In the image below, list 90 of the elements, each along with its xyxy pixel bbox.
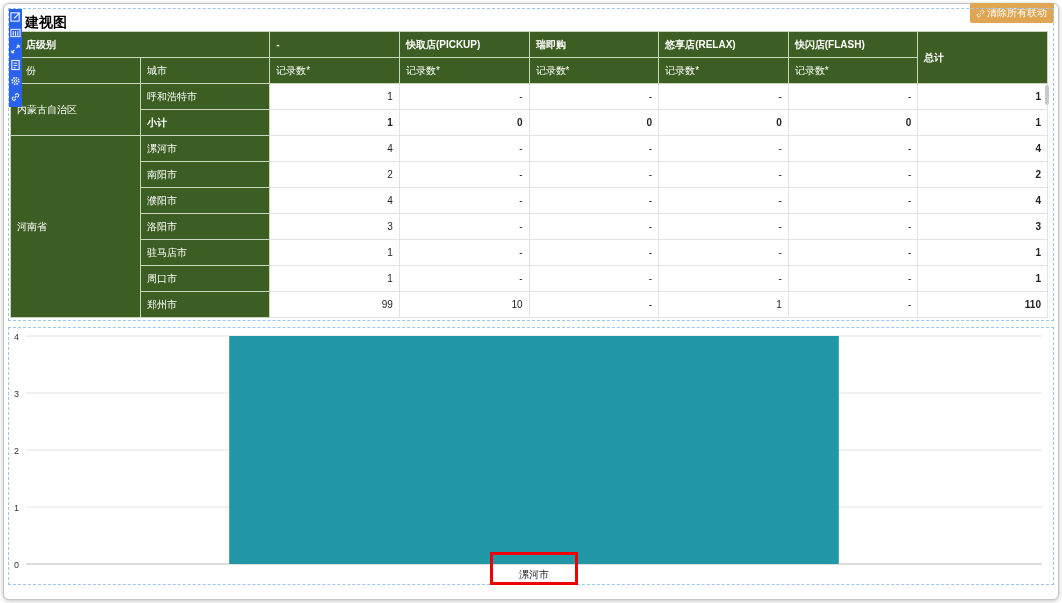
table-cell: - xyxy=(529,161,659,188)
table-cell: 1 xyxy=(658,291,789,318)
row-header: 河南省 xyxy=(10,135,141,318)
table-cell: 99 xyxy=(269,291,400,318)
table-cell: - xyxy=(788,161,918,188)
table-cell: 1 xyxy=(269,109,400,136)
y-axis-label: 1 xyxy=(14,502,19,513)
row-header: 周口市 xyxy=(140,265,270,292)
document-icon[interactable] xyxy=(10,59,21,71)
table-cell: - xyxy=(529,213,659,240)
table-cell: - xyxy=(399,213,529,240)
row-header: 南阳市 xyxy=(140,161,270,188)
x-axis-label: 漯河市 xyxy=(519,569,549,580)
view-title: 建视图 xyxy=(25,14,67,30)
table-cell: 0 xyxy=(788,109,918,136)
column-header: - xyxy=(269,31,400,58)
table-cell: - xyxy=(658,213,789,240)
column-header: 总计 xyxy=(917,31,1048,84)
column-header: 记录数* xyxy=(269,57,400,84)
table-cell: - xyxy=(788,265,918,292)
column-header: 城市 xyxy=(140,57,270,84)
column-header: 记录数* xyxy=(529,57,659,84)
table-cell: 3 xyxy=(917,213,1048,240)
table-cell: - xyxy=(788,213,918,240)
table-cell: 0 xyxy=(399,109,529,136)
table-cell: 4 xyxy=(917,135,1048,162)
table-cell: 1 xyxy=(917,109,1048,136)
column-header: 瑞即购 xyxy=(529,31,659,58)
table-cell: 1 xyxy=(917,265,1048,292)
column-header: 悠享店(RELAX) xyxy=(658,31,789,58)
expand-icon[interactable] xyxy=(10,43,21,55)
y-axis-label: 2 xyxy=(14,445,19,456)
table-cell: - xyxy=(399,187,529,214)
table-cell: - xyxy=(658,187,789,214)
table-cell: 4 xyxy=(269,135,400,162)
table-cell: - xyxy=(529,291,659,318)
edit-icon[interactable] xyxy=(10,11,21,23)
row-header: 驻马店市 xyxy=(140,239,270,266)
table-cell: 4 xyxy=(917,187,1048,214)
table-cell: - xyxy=(788,187,918,214)
table-cell: - xyxy=(658,161,789,188)
table-cell: 0 xyxy=(658,109,789,136)
settings-icon[interactable] xyxy=(10,75,21,87)
table-cell: 4 xyxy=(269,187,400,214)
table-cell: - xyxy=(658,135,789,162)
column-header: 记录数* xyxy=(788,57,918,84)
row-header: 洛阳市 xyxy=(140,213,270,240)
table-cell: 110 xyxy=(917,291,1048,318)
row-header: 濮阳市 xyxy=(140,187,270,214)
table-cell: 1 xyxy=(269,83,400,110)
table-cell: 1 xyxy=(917,239,1048,266)
y-axis-label: 0 xyxy=(14,559,19,570)
table-cell: - xyxy=(658,265,789,292)
table-cell: 0 xyxy=(529,109,659,136)
column-header: 记录数* xyxy=(399,57,529,84)
table-cell: - xyxy=(529,239,659,266)
table-cell: 10 xyxy=(399,291,529,318)
table-cell: - xyxy=(529,265,659,292)
table-cell: 2 xyxy=(269,161,400,188)
table-cell: - xyxy=(399,239,529,266)
y-axis-label: 4 xyxy=(14,331,19,342)
table-cell: - xyxy=(529,83,659,110)
column-header: 快取店(PICKUP) xyxy=(399,31,529,58)
table-cell: 1 xyxy=(269,265,400,292)
table-cell: - xyxy=(788,135,918,162)
table-cell: - xyxy=(788,239,918,266)
y-axis-label: 3 xyxy=(14,388,19,399)
unlink-icon xyxy=(976,8,985,18)
table-cell: - xyxy=(529,135,659,162)
table-cell: - xyxy=(529,187,659,214)
columns-icon[interactable] xyxy=(10,27,21,39)
row-header: 呼和浩特市 xyxy=(140,83,270,110)
table-cell: - xyxy=(788,83,918,110)
table-cell: 2 xyxy=(917,161,1048,188)
table-cell: - xyxy=(399,265,529,292)
scrollbar-thumb[interactable] xyxy=(1045,85,1049,105)
column-header: 快闪店(FLASH) xyxy=(788,31,918,58)
row-header: 郑州市 xyxy=(140,291,270,318)
row-header: 漯河市 xyxy=(140,135,270,162)
table-cell: - xyxy=(658,83,789,110)
table-cell: - xyxy=(399,161,529,188)
table-cell: - xyxy=(399,83,529,110)
table-cell: - xyxy=(658,239,789,266)
row-header: 小计 xyxy=(140,109,270,136)
table-cell: 3 xyxy=(269,213,400,240)
column-header: 记录数* xyxy=(658,57,789,84)
table-cell: - xyxy=(399,135,529,162)
table-cell: 1 xyxy=(269,239,400,266)
table-cell: - xyxy=(788,291,918,318)
link-icon[interactable] xyxy=(10,91,21,103)
